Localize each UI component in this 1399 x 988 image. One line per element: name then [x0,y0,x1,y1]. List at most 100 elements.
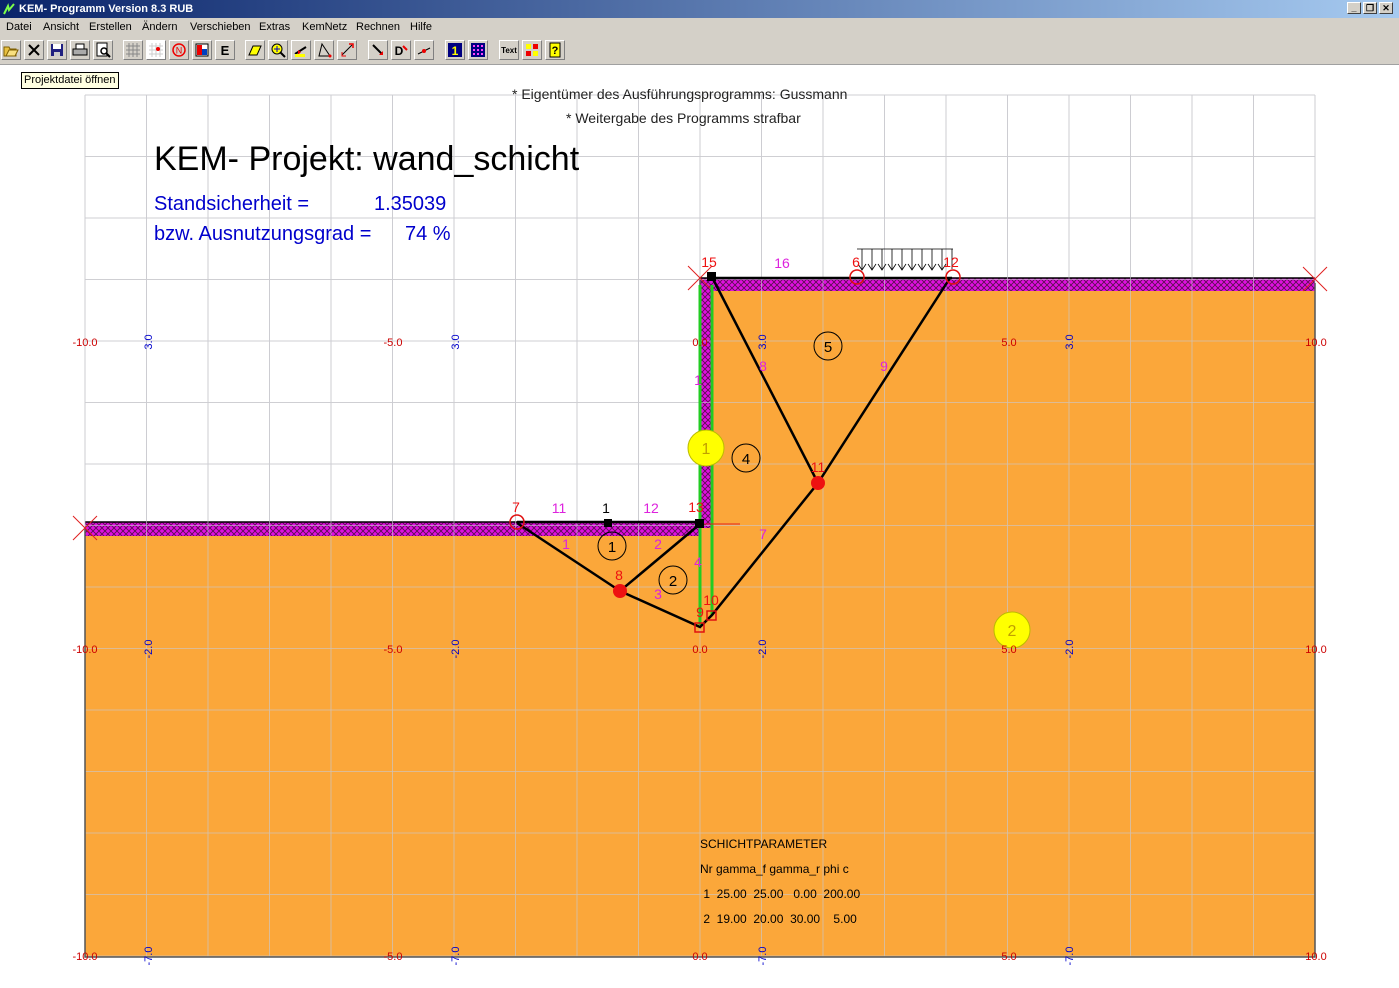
y-tick-label: -2.0 [757,640,769,659]
zoom-icon [271,43,286,58]
open-file-button[interactable] [1,40,21,60]
print-preview-icon [96,42,111,58]
text-icon: Text [501,46,517,55]
one-button[interactable]: 1 [445,40,465,60]
project-title: KEM- Projekt: wand_schicht [154,140,580,178]
menu-erstellen[interactable]: Erstellen [89,21,132,33]
save-icon [51,44,63,56]
y-tick-label: -2.0 [1064,640,1076,659]
layer-params-row: 2 19.00 20.00 30.00 5.00 [700,912,857,926]
y-tick-label: -7.0 [143,947,155,966]
node-square [695,519,704,528]
node-label: 7 [512,499,520,515]
rotate-button[interactable] [337,40,357,60]
point-button[interactable] [146,40,166,60]
body-label: 5 [824,339,832,356]
node-label: 12 [943,254,959,270]
edge-label: 12 [643,500,659,516]
distribution-notice: * Weitergabe des Programms strafbar [566,110,801,126]
menu-kemnetz[interactable]: KemNetz [302,21,347,33]
window-title: KEM- Programm Version 8.3 RUB [19,3,194,15]
node-label: 11 [811,459,826,475]
menu-extras[interactable]: Extras [259,21,290,33]
x-tick-label: 5.0 [1001,951,1016,963]
menu-ansicht[interactable]: Ansicht [43,21,79,33]
node-n-button[interactable]: N [169,40,189,60]
restore-button[interactable]: ❐ [1363,2,1377,14]
print-button[interactable] [70,40,90,60]
safety-value: 1.35039 [374,193,447,215]
node-label: 13 [688,499,704,515]
utilization-label: bzw. Ausnutzungsgrad = [154,223,372,245]
d-icon: D [395,44,408,58]
y-tick-label: 3.0 [1064,334,1076,349]
surface-load [857,248,953,271]
svg-text:E: E [221,43,230,58]
tooltip: Projektdatei öffnen [21,72,119,89]
layer-params-row: 1 25.00 25.00 0.00 200.00 [700,887,861,901]
one-icon: 1 [448,43,462,58]
node-label: 9 [696,604,704,620]
x-tick-label: -5.0 [384,644,403,656]
menu-hilfe[interactable]: Hilfe [410,21,432,33]
text-button[interactable]: Text [499,40,519,60]
d-button[interactable]: D [391,40,411,60]
y-tick-label: -2.0 [143,640,155,659]
close-file-button[interactable] [24,40,44,60]
move-point-button[interactable] [368,40,388,60]
move-point-icon [372,44,383,55]
node-filled [613,584,627,598]
edge-label: 1 [694,372,702,388]
draw-button[interactable] [245,40,265,60]
open-file-icon [3,46,19,57]
close-button[interactable]: ✕ [1379,2,1393,14]
edge-label: 3 [654,586,662,602]
edge-label: 8 [759,358,767,374]
line-edit-icon [417,47,431,55]
utilization-value: 74 % [405,223,451,245]
node-label: 10 [703,592,719,608]
close-file-icon [28,44,40,56]
owner-notice: * Eigentümer des Ausführungsprogramms: G… [512,86,848,102]
rotate-icon [341,43,354,57]
node-square [707,272,716,281]
colors-button[interactable] [522,40,542,60]
layer-label: 2 [1008,623,1017,640]
save-button[interactable] [47,40,67,60]
y-tick-label: 3.0 [757,334,769,349]
x-tick-label: 10.0 [1305,644,1326,656]
draw-icon [248,45,262,56]
layer-label: 1 [702,441,711,458]
help-button[interactable]: ? [545,40,565,60]
toolbar: N E D 1 Text ? [0,37,1399,65]
print-preview-button[interactable] [93,40,113,60]
body-label: 2 [669,573,677,590]
matrix-icon [471,43,485,57]
layer-button[interactable] [192,40,212,60]
menu-bar: Datei Ansicht Erstellen Ändern Verschieb… [0,18,1399,37]
x-tick-label: -10.0 [72,951,97,963]
grid-button[interactable] [123,40,143,60]
arrow-load-button[interactable] [291,40,311,60]
svg-text:D: D [395,44,404,58]
edge-label: 1 [562,536,570,552]
menu-aendern[interactable]: Ändern [142,21,177,33]
svg-text:?: ? [552,45,559,57]
zoom-button[interactable] [268,40,288,60]
y-tick-label: -2.0 [450,640,462,659]
matrix-button[interactable] [468,40,488,60]
surface-hatch-right [712,278,1315,291]
edge-label: 7 [759,526,767,542]
svg-text:1: 1 [452,44,459,58]
e-button[interactable]: E [215,40,235,60]
line-edit-button[interactable] [414,40,434,60]
layer-params-heading: SCHICHTPARAMETER [700,837,828,851]
menu-rechnen[interactable]: Rechnen [356,21,400,33]
minimize-button[interactable]: _ [1347,2,1361,14]
x-tick-label: 5.0 [1001,337,1016,349]
x-tick-label: 0.0 [692,644,707,656]
menu-datei[interactable]: Datei [6,21,32,33]
menu-verschieben[interactable]: Verschieben [190,21,251,33]
y-tick-label: -7.0 [1064,947,1076,966]
polygon-button[interactable] [314,40,334,60]
